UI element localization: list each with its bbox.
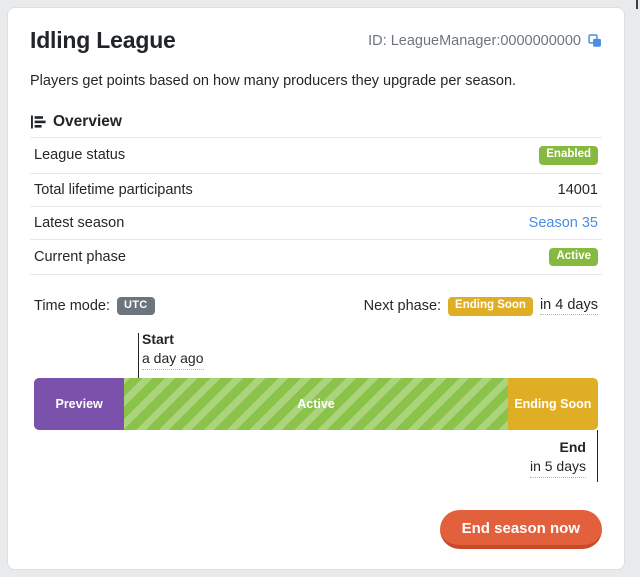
row-label: League status [34, 147, 126, 164]
next-phase-group: Next phase: Ending Soon in 4 days [364, 297, 598, 316]
league-card: Idling League ID: LeagueManager:00000000… [7, 7, 625, 570]
timeline-segment-ending-soon[interactable]: Ending Soon [507, 377, 598, 430]
start-title: Start [142, 330, 174, 347]
time-mode-label: Time mode: [34, 298, 111, 315]
overview-section-header: Overview [30, 113, 602, 134]
row-label: Latest season [34, 214, 125, 231]
end-time[interactable]: in 5 days [529, 457, 586, 478]
copy-icon[interactable] [588, 34, 602, 48]
row-value: Season 35 [418, 206, 602, 239]
status-badge: Enabled [539, 146, 598, 165]
timeline-start-marker [138, 332, 139, 378]
next-phase-badge: Ending Soon [448, 297, 533, 316]
overview-heading: Overview [53, 113, 122, 130]
row-value: Active [418, 239, 602, 275]
bar-list-icon [30, 114, 46, 130]
timeline-end-label: End in 5 days [34, 429, 598, 482]
table-row: Latest season Season 35 [30, 206, 602, 239]
card-footer: End season now [439, 510, 602, 549]
end-season-button[interactable]: End season now [439, 510, 602, 549]
timeline-segment-preview[interactable]: Preview [34, 377, 125, 430]
time-mode-badge[interactable]: UTC [117, 297, 155, 316]
row-label: Total lifetime participants [34, 181, 193, 198]
timeline-start-label: Start a day ago [34, 330, 598, 378]
league-id-block: ID: LeagueManager:0000000000 [368, 33, 602, 49]
table-row: Current phase Active [30, 239, 602, 275]
table-row: Total lifetime participants 14001 [30, 173, 602, 206]
row-value: 14001 [557, 181, 598, 198]
season-timeline: Start a day ago Preview Active Ending So… [30, 330, 602, 482]
time-mode-group: Time mode: UTC [34, 297, 155, 316]
next-phase-label: Next phase: [363, 298, 442, 315]
scrollbar-thumb[interactable] [636, 0, 638, 9]
row-label: Current phase [34, 248, 126, 265]
time-mode-row: Time mode: UTC Next phase: Ending Soon i… [30, 297, 602, 316]
page-title: Idling League [30, 27, 176, 53]
end-title: End [559, 438, 586, 455]
current-phase-badge: Active [549, 247, 598, 266]
row-value: Enabled [418, 138, 602, 174]
page-subtitle: Players get points based on how many pro… [30, 73, 517, 89]
page-root: Idling League ID: LeagueManager:00000000… [0, 0, 640, 577]
start-time[interactable]: a day ago [142, 349, 204, 370]
timeline-segment-active[interactable]: Active [124, 377, 508, 430]
table-row: League status Enabled [30, 137, 602, 174]
timeline-end-marker [597, 429, 598, 482]
latest-season-link[interactable]: Season 35 [529, 215, 598, 231]
overview-table: League status Enabled Total lifetime par… [30, 137, 602, 275]
league-id-text: ID: LeagueManager:0000000000 [368, 33, 581, 49]
card-header: Idling League ID: LeagueManager:00000000… [30, 26, 602, 56]
timeline-bar: Preview Active Ending Soon [34, 377, 598, 430]
next-phase-countdown[interactable]: in 4 days [539, 297, 598, 316]
